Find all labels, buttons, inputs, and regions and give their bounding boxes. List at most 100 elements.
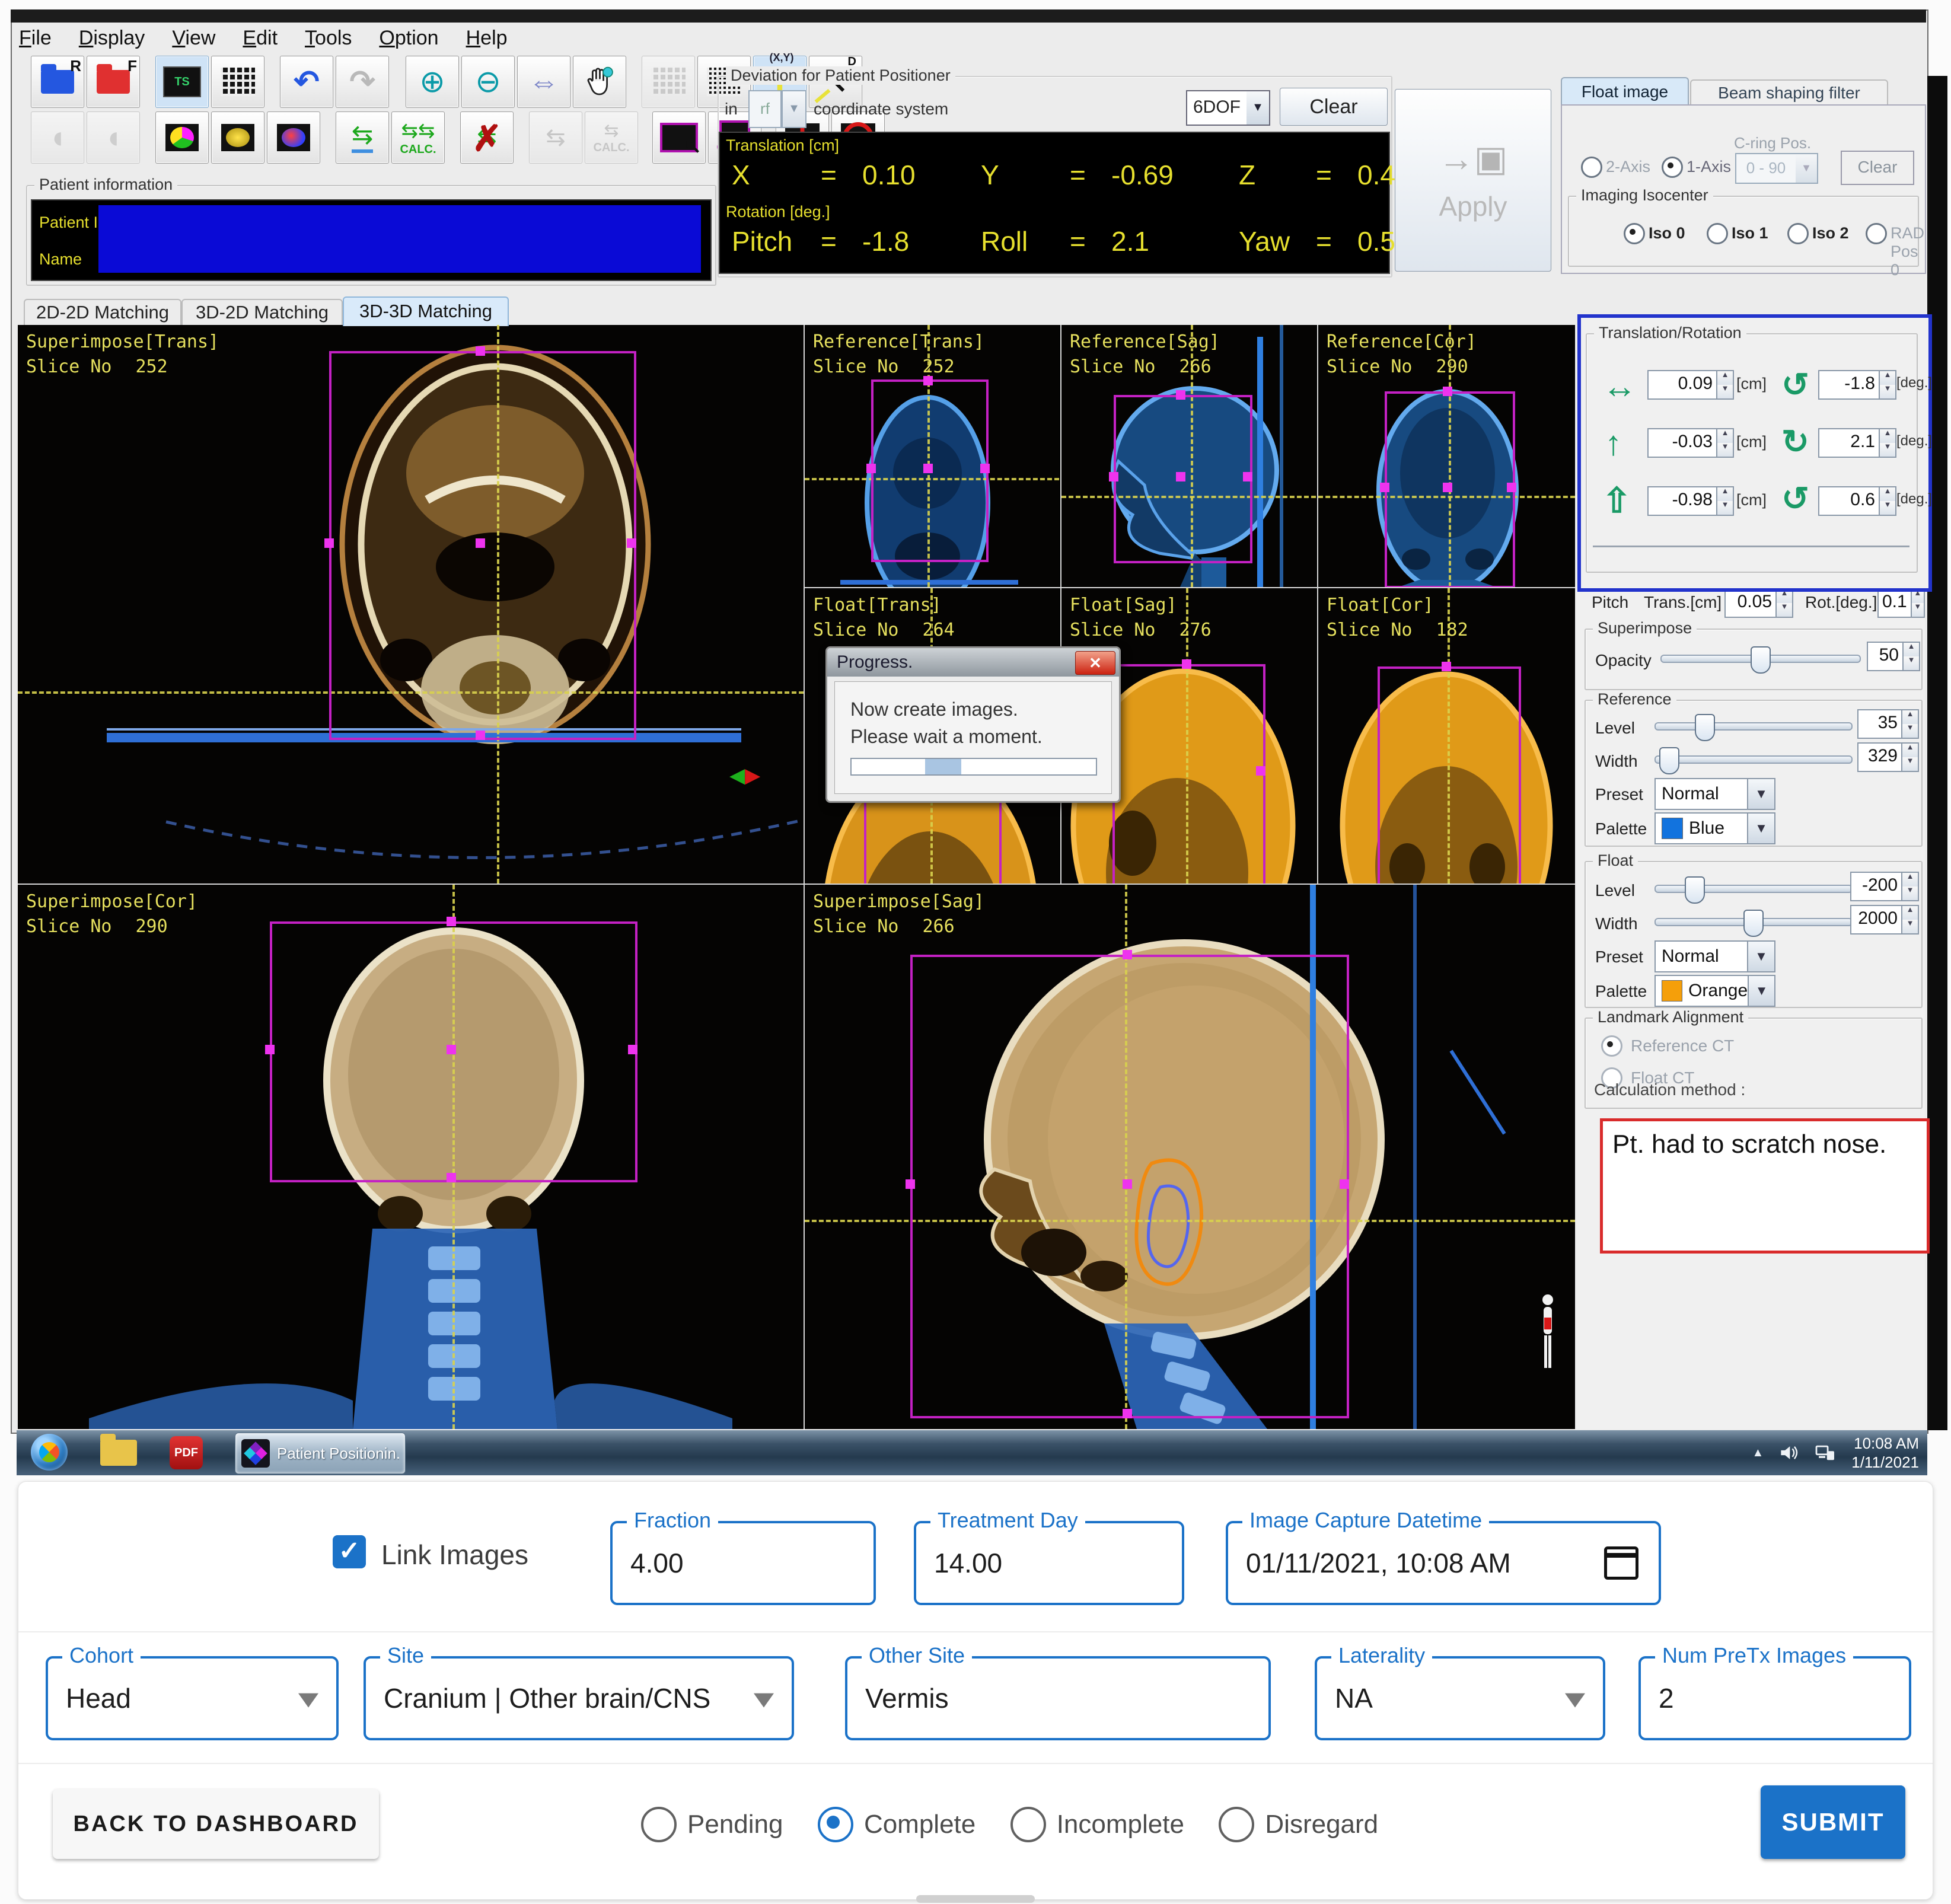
ref-level-input[interactable]: 35▲▼	[1857, 709, 1919, 739]
float-width-slider[interactable]	[1654, 918, 1853, 926]
ref-width-input[interactable]: 329▲▼	[1857, 742, 1919, 772]
tab-beam-shaping[interactable]: Beam shaping filter	[1690, 79, 1888, 107]
patient-positioning-taskbar-button[interactable]: Patient Positionin...	[235, 1433, 406, 1474]
note-textbox[interactable]: Pt. had to scratch nose.	[1600, 1118, 1930, 1254]
menu-edit[interactable]: Edit	[239, 25, 281, 51]
roll-rotation-input[interactable]: 2.1▲▼	[1818, 428, 1896, 458]
float-clear-button[interactable]: Clear	[1841, 151, 1914, 185]
tab-float-image[interactable]: Float image	[1561, 77, 1689, 107]
cohort-dropdown-icon[interactable]	[298, 1693, 318, 1708]
grid-display-button[interactable]	[211, 56, 264, 108]
cohort-field[interactable]: Cohort Head	[46, 1656, 339, 1740]
other-site-field[interactable]: Other Site Vermis	[845, 1656, 1271, 1740]
ref-palette-select[interactable]: Blue▼	[1654, 812, 1775, 844]
radio-incomplete[interactable]	[1010, 1807, 1046, 1842]
tab-3d-2d[interactable]: 3D-2D Matching	[181, 299, 343, 326]
treatment-day-field[interactable]: Treatment Day 14.00	[914, 1521, 1184, 1605]
menu-file[interactable]: File	[15, 25, 55, 51]
float-level-slider[interactable]	[1654, 885, 1853, 893]
num-pretx-field[interactable]: Num PreTx Images 2	[1638, 1656, 1911, 1740]
brain-rgb-button[interactable]	[155, 111, 209, 164]
progress-dialog[interactable]: Progress. ✕ Now create images. Please wa…	[825, 646, 1121, 803]
open-float-button[interactable]: F	[87, 56, 140, 108]
radio-1-axis[interactable]	[1662, 157, 1683, 178]
deviation-clear-button[interactable]: Clear	[1280, 88, 1388, 126]
ref-level-slider[interactable]	[1654, 722, 1853, 731]
tab-2d-2d[interactable]: 2D-2D Matching	[24, 299, 181, 326]
brain-color-button[interactable]	[267, 111, 320, 164]
longitudinal-translation-input[interactable]: -0.03▲▼	[1647, 428, 1734, 458]
submit-button[interactable]: SUBMIT	[1761, 1785, 1905, 1859]
float-palette-select[interactable]: Orange▼	[1654, 975, 1775, 1007]
radio-pending[interactable]	[641, 1807, 677, 1842]
zoom-out-button[interactable]: ⊖	[461, 56, 515, 108]
tab-3d-3d-active[interactable]: 3D-3D Matching	[343, 296, 509, 326]
viewport-reference-sag[interactable]: Reference[Sag]Slice No266	[1061, 325, 1316, 587]
open-reference-button[interactable]: R	[31, 56, 84, 108]
select-region-button[interactable]: ↖	[652, 111, 706, 164]
match-calc-button[interactable]: ⇆⇆CALC.	[391, 111, 445, 164]
laterality-dropdown-icon[interactable]	[1565, 1693, 1585, 1708]
trans-step-input[interactable]: 0.05▲▼	[1724, 588, 1793, 618]
menu-display[interactable]: Display	[75, 25, 149, 51]
radio-2-axis[interactable]	[1581, 157, 1602, 178]
pan-hand-button[interactable]	[573, 56, 626, 108]
radio-rad-pos[interactable]	[1866, 223, 1887, 244]
float-level-input[interactable]: -200▲▼	[1850, 872, 1919, 901]
link-images-checkbox[interactable]: ✓	[333, 1535, 366, 1568]
vertical-translation-input[interactable]: -0.98▲▼	[1647, 486, 1734, 516]
redo-button[interactable]: ↷	[336, 56, 389, 108]
pdf-taskbar-button[interactable]: PDF	[161, 1434, 211, 1472]
radio-iso-0[interactable]	[1624, 223, 1645, 244]
site-field[interactable]: Site Cranium | Other brain/CNS	[364, 1656, 794, 1740]
brain-yellow-button[interactable]	[211, 111, 264, 164]
close-icon[interactable]: ✕	[1075, 651, 1115, 675]
start-button[interactable]	[31, 1434, 68, 1471]
network-icon[interactable]	[1815, 1444, 1836, 1462]
clock[interactable]: 10:08 AM 1/11/2021	[1851, 1434, 1919, 1472]
back-to-dashboard-button[interactable]: BACK TO DASHBOARD	[53, 1789, 379, 1859]
zoom-in-button[interactable]: ⊕	[406, 56, 459, 108]
opacity-slider[interactable]	[1660, 655, 1861, 663]
float-preset-select[interactable]: Normal▼	[1654, 940, 1775, 972]
viewport-superimpose-trans[interactable]: Superimpose[Trans]Slice No252 ◀▶	[18, 325, 804, 884]
pitch-rotation-input[interactable]: -1.8▲▼	[1818, 370, 1896, 400]
viewport-reference-trans[interactable]: Reference[Trans]Slice No252	[805, 325, 1059, 587]
menu-help[interactable]: Help	[463, 25, 511, 51]
site-dropdown-icon[interactable]	[754, 1693, 774, 1708]
radio-complete[interactable]	[818, 1807, 853, 1842]
laterality-field[interactable]: Laterality NA	[1315, 1656, 1605, 1740]
explorer-taskbar-button[interactable]	[94, 1434, 144, 1472]
match-cancel-button[interactable]: ⇆✗	[460, 111, 514, 164]
fraction-field[interactable]: Fraction 4.00	[610, 1521, 876, 1605]
opacity-input[interactable]: 50▲▼	[1867, 642, 1920, 671]
float-width-input[interactable]: 2000▲▼	[1850, 905, 1919, 935]
dof-dropdown-arrow[interactable]: ▼	[1247, 90, 1270, 126]
viewport-superimpose-sag[interactable]: Superimpose[Sag]Slice No266	[805, 885, 1575, 1429]
menu-view[interactable]: View	[168, 25, 219, 51]
match-arrows-button[interactable]: ⇆	[336, 111, 389, 164]
rot-step-input[interactable]: 0.1▲▼	[1877, 588, 1925, 618]
calendar-icon[interactable]	[1604, 1546, 1638, 1580]
viewport-float-cor[interactable]: Float[Cor]Slice No182	[1318, 588, 1575, 884]
flip-button[interactable]: ⇔	[517, 56, 570, 108]
volume-icon[interactable]	[1779, 1444, 1799, 1462]
tray-expand-icon[interactable]: ▲	[1752, 1446, 1764, 1460]
viewport-superimpose-cor[interactable]: Superimpose[Cor]Slice No290	[18, 885, 804, 1429]
coord-system-dropdown[interactable]: ▼	[782, 90, 806, 128]
ref-width-slider[interactable]	[1654, 755, 1853, 764]
image-capture-datetime-field[interactable]: Image Capture Datetime 01/11/2021, 10:08…	[1226, 1521, 1661, 1605]
lateral-translation-input[interactable]: 0.09▲▼	[1647, 370, 1734, 400]
undo-button[interactable]: ↶	[280, 56, 333, 108]
radio-reference-ct[interactable]	[1601, 1035, 1622, 1057]
ref-preset-select[interactable]: Normal▼	[1654, 778, 1775, 810]
dof-select-value[interactable]: 6DOF	[1186, 90, 1248, 126]
menu-option[interactable]: Option	[375, 25, 442, 51]
ts-display-button[interactable]: TS	[155, 56, 209, 108]
radio-iso-1[interactable]	[1707, 223, 1728, 244]
radio-disregard[interactable]	[1219, 1807, 1254, 1842]
yaw-rotation-input[interactable]: 0.6▲▼	[1818, 486, 1896, 516]
radio-iso-2[interactable]	[1787, 223, 1809, 244]
menu-tools[interactable]: Tools	[301, 25, 355, 51]
scrollbar-thumb[interactable]	[916, 1895, 1035, 1903]
